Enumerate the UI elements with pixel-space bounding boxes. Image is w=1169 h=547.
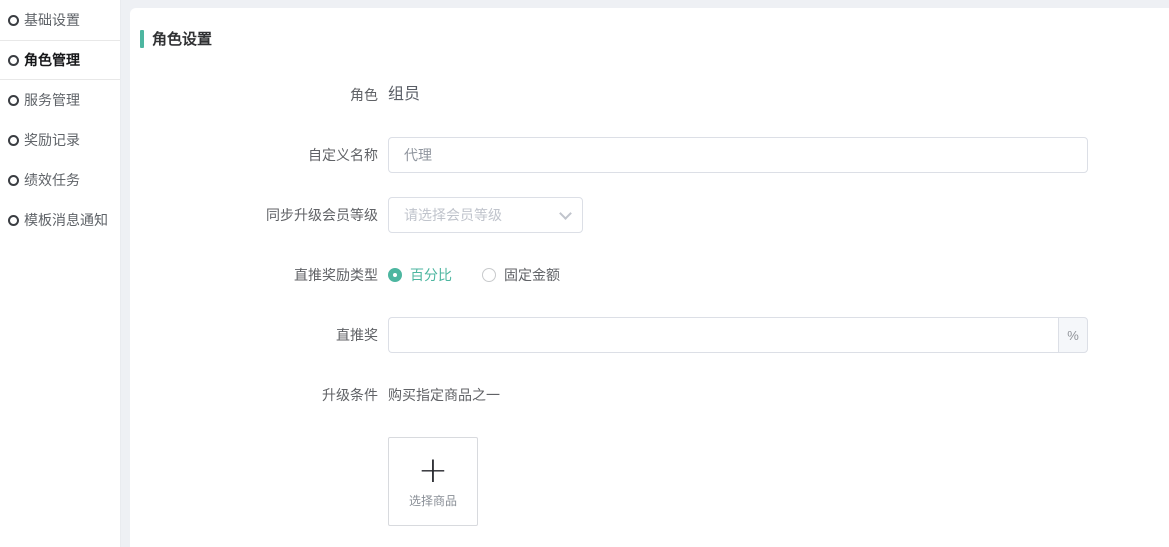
circle-icon: [8, 55, 19, 66]
upgrade-condition-label: 升级条件: [130, 377, 388, 413]
sidebar-item-service-management[interactable]: 服务管理: [0, 80, 120, 120]
sidebar-item-label: 奖励记录: [24, 130, 80, 150]
role-settings-card: 角色设置 角色 组员 自定义名称 同步升级会员等级 请选择会员等级: [130, 8, 1169, 547]
role-value: 组员: [388, 77, 420, 113]
form-row-sync-level: 同步升级会员等级 请选择会员等级: [130, 197, 1169, 233]
radio-unselected-icon: [482, 268, 496, 282]
form-row-product-picker: + 选择商品: [130, 437, 1169, 526]
accent-bar: [140, 30, 144, 48]
sidebar-item-performance-tasks[interactable]: 绩效任务: [0, 160, 120, 200]
circle-icon: [8, 135, 19, 146]
radio-label: 百分比: [410, 265, 452, 285]
circle-icon: [8, 95, 19, 106]
custom-name-label: 自定义名称: [130, 137, 388, 173]
plus-icon: +: [418, 454, 448, 488]
sidebar-item-reward-records[interactable]: 奖励记录: [0, 120, 120, 160]
radio-percentage[interactable]: 百分比: [388, 265, 452, 285]
settings-sidebar: 基础设置 角色管理 服务管理 奖励记录 绩效任务 模板消息通知: [0, 0, 121, 547]
select-placeholder: 请选择会员等级: [404, 205, 502, 225]
page-title: 角色设置: [152, 28, 212, 49]
role-label: 角色: [130, 77, 388, 113]
circle-icon: [8, 15, 19, 26]
select-product-label: 选择商品: [409, 492, 457, 509]
member-level-select[interactable]: 请选择会员等级: [388, 197, 583, 233]
role-settings-form: 角色 组员 自定义名称 同步升级会员等级 请选择会员等级 直推奖励类型: [130, 77, 1169, 526]
direct-reward-input[interactable]: [388, 317, 1058, 353]
percent-suffix: %: [1058, 317, 1088, 353]
form-row-role: 角色 组员: [130, 77, 1169, 113]
circle-icon: [8, 215, 19, 226]
sidebar-item-template-message-notify[interactable]: 模板消息通知: [0, 200, 120, 240]
sidebar-item-label: 角色管理: [24, 50, 80, 70]
direct-reward-input-group: %: [388, 317, 1088, 353]
sidebar-item-role-management[interactable]: 角色管理: [0, 40, 120, 80]
form-row-upgrade-condition: 升级条件 购买指定商品之一: [130, 377, 1169, 413]
sidebar-item-label: 服务管理: [24, 90, 80, 110]
sidebar-item-label: 模板消息通知: [24, 210, 108, 230]
select-product-button[interactable]: + 选择商品: [388, 437, 478, 526]
direct-reward-label: 直推奖: [130, 317, 388, 353]
form-row-reward-type: 直推奖励类型 百分比 固定金额: [130, 257, 1169, 293]
form-row-direct-reward: 直推奖 %: [130, 317, 1169, 353]
circle-icon: [8, 175, 19, 186]
empty-label: [130, 437, 388, 526]
sidebar-item-basic-settings[interactable]: 基础设置: [0, 0, 120, 40]
sidebar-item-label: 绩效任务: [24, 170, 80, 190]
sidebar-item-label: 基础设置: [24, 10, 80, 30]
sync-level-label: 同步升级会员等级: [130, 197, 388, 233]
upgrade-condition-value: 购买指定商品之一: [388, 377, 500, 413]
radio-selected-icon: [388, 268, 402, 282]
section-title: 角色设置: [140, 28, 1169, 49]
form-row-custom-name: 自定义名称: [130, 137, 1169, 173]
chevron-down-icon: [559, 207, 572, 220]
reward-type-label: 直推奖励类型: [130, 257, 388, 293]
radio-fixed-amount[interactable]: 固定金额: [482, 265, 560, 285]
radio-label: 固定金额: [504, 265, 560, 285]
custom-name-input[interactable]: [388, 137, 1088, 173]
